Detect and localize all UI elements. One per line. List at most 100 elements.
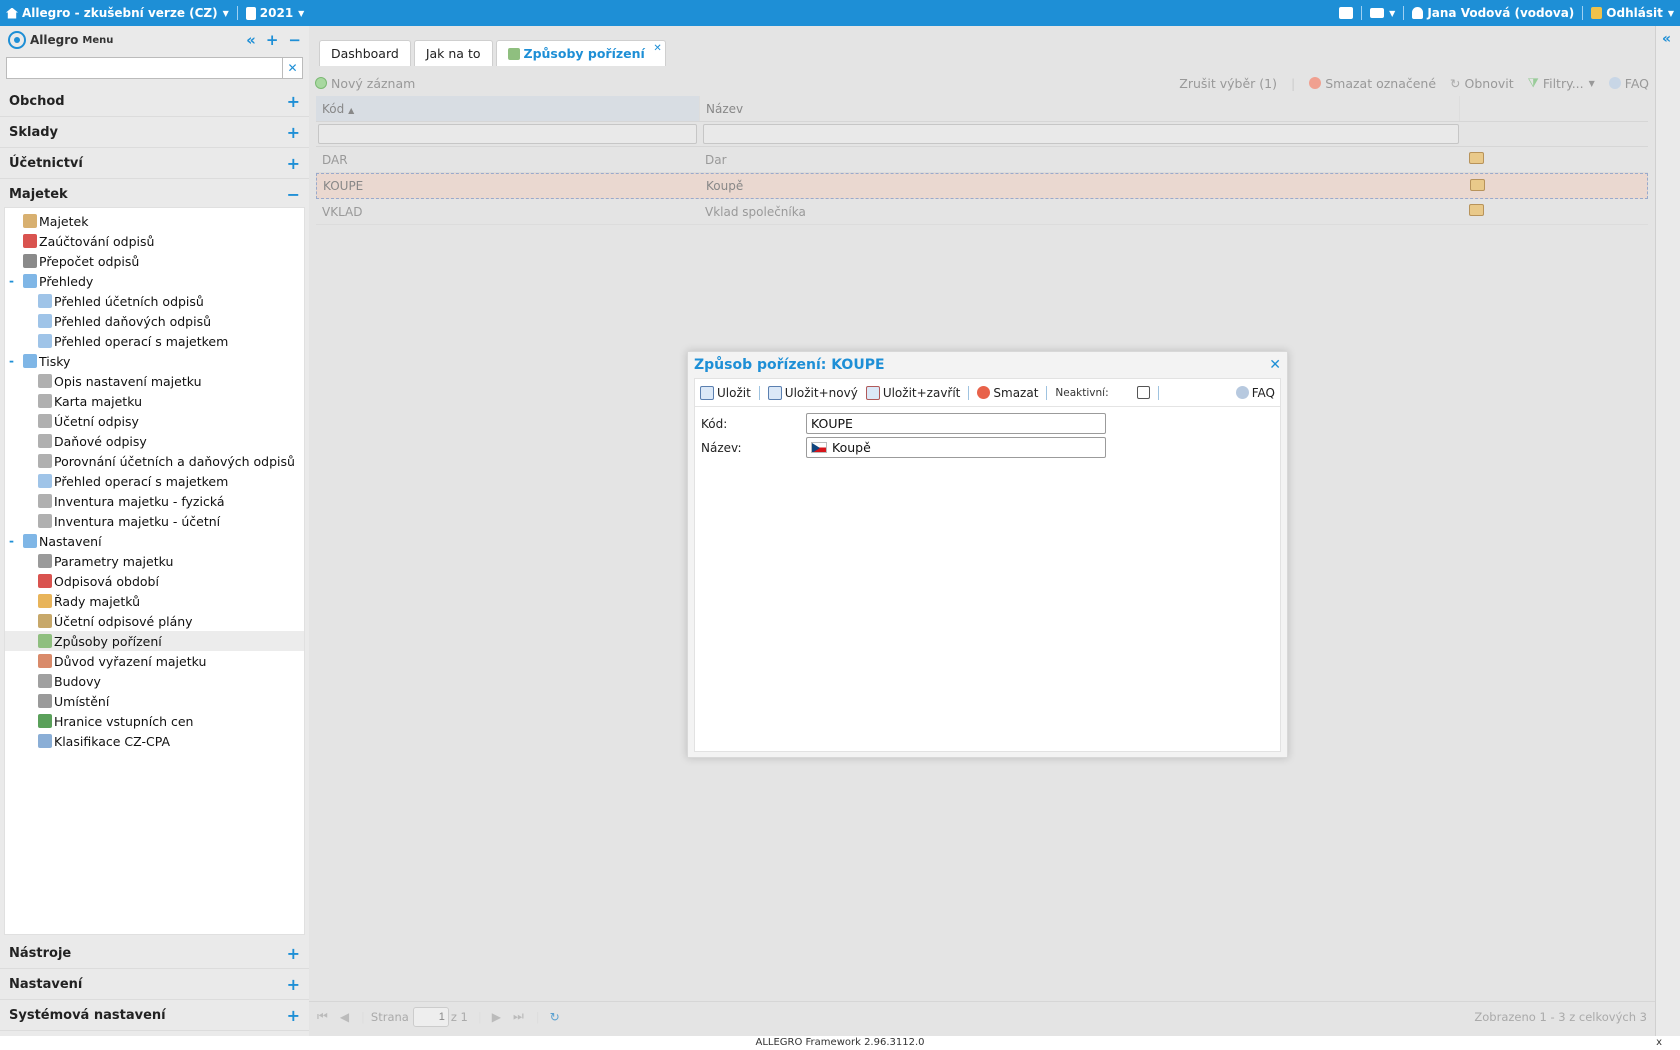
mail-button[interactable]: ▼	[1364, 8, 1401, 18]
filters-button[interactable]: ⧩ Filtry... ▼	[1528, 75, 1595, 91]
app-menu[interactable]: Allegro - zkušební verze (CZ) ▼	[0, 6, 235, 20]
tree-item[interactable]: Hranice vstupních cen	[5, 711, 304, 731]
tree-item[interactable]: Přepočet odpisů	[5, 251, 304, 271]
edit-record-icon[interactable]	[1469, 152, 1484, 164]
tree-item[interactable]: Inventura majetku - účetní	[5, 511, 304, 531]
delete-marked-button[interactable]: Smazat označené	[1309, 76, 1436, 91]
tree-item[interactable]: Budovy	[5, 671, 304, 691]
divider	[1157, 385, 1159, 400]
edit-record-icon[interactable]	[1469, 204, 1484, 216]
tree-item[interactable]: Přehled daňových odpisů	[5, 311, 304, 331]
page-input[interactable]	[412, 1006, 449, 1027]
tree-item[interactable]: Porovnání účetních a daňových odpisů	[5, 451, 304, 471]
tree-item[interactable]: Účetní odpisy	[5, 411, 304, 431]
collapse-all-icon[interactable]: −	[288, 31, 301, 49]
expand-icon[interactable]: +	[287, 92, 300, 111]
tree-item[interactable]: Přehled účetních odpisů	[5, 291, 304, 311]
cell-name: Vklad společníka	[705, 204, 806, 219]
year-selector[interactable]: 2021 ▼	[240, 6, 311, 20]
expand-icon[interactable]: +	[287, 123, 300, 142]
clear-search-icon[interactable]: ✕	[283, 57, 303, 79]
tree-toggle-icon[interactable]: -	[9, 274, 14, 288]
close-tab-icon[interactable]: ✕	[653, 43, 661, 54]
first-page-icon[interactable]: ⏮	[317, 1009, 328, 1024]
expand-icon[interactable]: +	[287, 154, 300, 173]
table-row[interactable]: VKLAD Vklad společníka	[316, 199, 1648, 225]
collapse-icon[interactable]: −	[287, 185, 300, 204]
tree-item[interactable]: Odpisová období	[5, 571, 304, 591]
next-page-icon[interactable]: ▶	[492, 1010, 501, 1024]
tree-item[interactable]: Inventura majetku - fyzická	[5, 491, 304, 511]
tree-item[interactable]: Majetek	[5, 211, 304, 231]
section-active[interactable]: Majetek −	[0, 179, 309, 210]
save-new-button[interactable]: Uložit+nový	[767, 385, 858, 400]
section-top-1[interactable]: Sklady +	[0, 117, 309, 148]
refresh-icon[interactable]: ↻	[550, 1010, 560, 1024]
tree-item[interactable]: Důvod vyřazení majetku	[5, 651, 304, 671]
tree-item[interactable]: Přehled operací s majetkem	[5, 331, 304, 351]
new-record-button[interactable]: Nový záznam	[315, 76, 415, 91]
tree-item[interactable]: Způsoby pořízení	[5, 631, 304, 651]
name-input[interactable]: Koupě	[806, 437, 1106, 458]
prev-page-icon[interactable]: ◀	[340, 1010, 349, 1024]
tree-item[interactable]: Přehled operací s majetkem	[5, 471, 304, 491]
calendar-icon	[38, 574, 52, 588]
tree-item[interactable]: Opis nastavení majetku	[5, 371, 304, 391]
tree-item[interactable]: Účetní odpisové plány	[5, 611, 304, 631]
faq-button[interactable]: FAQ	[1608, 75, 1649, 91]
save-button[interactable]: Uložit	[700, 385, 751, 400]
delete-button[interactable]: Smazat	[977, 386, 1038, 400]
save-close-button[interactable]: Uložit+zavřít	[865, 385, 960, 400]
close-icon[interactable]: ✕	[1269, 357, 1281, 373]
printer-icon	[38, 374, 52, 388]
last-page-icon[interactable]: ⏭	[513, 1009, 524, 1024]
tree-item[interactable]: Daňové odpisy	[5, 431, 304, 451]
section-label: Nástroje	[9, 945, 72, 961]
tree-item[interactable]: Zaúčtování odpisů	[5, 231, 304, 251]
section-bottom-2[interactable]: Systémová nastavení +	[0, 1000, 309, 1031]
clear-selection-button[interactable]: Zrušit výběr (1)	[1179, 76, 1277, 91]
tree-toggle-icon[interactable]: -	[9, 534, 14, 548]
notifications-button[interactable]	[1333, 7, 1359, 19]
menu-search-input[interactable]	[6, 57, 283, 79]
expand-icon[interactable]: +	[287, 975, 300, 994]
filter-code-input[interactable]	[318, 124, 697, 144]
tree-item[interactable]: Parametry majetku	[5, 551, 304, 571]
tree-item[interactable]: Umístění	[5, 691, 304, 711]
expand-all-icon[interactable]: +	[266, 31, 279, 49]
section-top-0[interactable]: Obchod +	[0, 86, 309, 117]
filter-name-input[interactable]	[703, 124, 1459, 144]
save-label: Uložit	[717, 385, 751, 400]
tree-item[interactable]: Řady majetků	[5, 591, 304, 611]
table-row[interactable]: DAR Dar	[316, 147, 1648, 173]
edit-record-icon[interactable]	[1470, 178, 1485, 191]
tab-2[interactable]: Způsoby pořízení ✕	[495, 40, 666, 66]
section-bottom-0[interactable]: Nástroje +	[0, 938, 309, 969]
expand-panel-icon[interactable]: «	[1662, 31, 1671, 47]
user-menu[interactable]: Jana Vodová (vodova)	[1406, 6, 1580, 20]
tree-item[interactable]: Klasifikace CZ-CPA	[5, 731, 304, 751]
tree-toggle-icon[interactable]: -	[9, 354, 14, 368]
expand-icon[interactable]: +	[287, 944, 300, 963]
tree-item[interactable]: - Nastavení	[5, 531, 304, 551]
section-top-2[interactable]: Účetnictví +	[0, 148, 309, 179]
collapse-sidebar-icon[interactable]: «	[246, 31, 256, 49]
cell-name: Dar	[705, 152, 727, 167]
code-input[interactable]: KOUPE	[806, 413, 1106, 434]
table-row[interactable]: KOUPE Koupě	[316, 173, 1648, 199]
faq-button[interactable]: FAQ	[1235, 386, 1275, 400]
tree-item[interactable]: - Tisky	[5, 351, 304, 371]
expand-icon[interactable]: +	[287, 1006, 300, 1025]
column-name-header[interactable]: Název	[699, 96, 1459, 121]
column-code-header[interactable]: Kód ▲	[316, 96, 699, 121]
logout-button[interactable]: Odhlásit ▼	[1585, 6, 1680, 20]
refresh-button[interactable]: ↻ Obnovit	[1450, 76, 1514, 91]
tree-item[interactable]: - Přehledy	[5, 271, 304, 291]
section-bottom-1[interactable]: Nastavení +	[0, 969, 309, 1000]
tree-item[interactable]: Karta majetku	[5, 391, 304, 411]
footer-close[interactable]: x	[1656, 1036, 1662, 1050]
faq-label: FAQ	[1624, 75, 1649, 91]
tab-1[interactable]: Jak na to	[413, 40, 493, 66]
inactive-checkbox[interactable]	[1136, 386, 1150, 399]
tab-0[interactable]: Dashboard	[319, 40, 411, 66]
